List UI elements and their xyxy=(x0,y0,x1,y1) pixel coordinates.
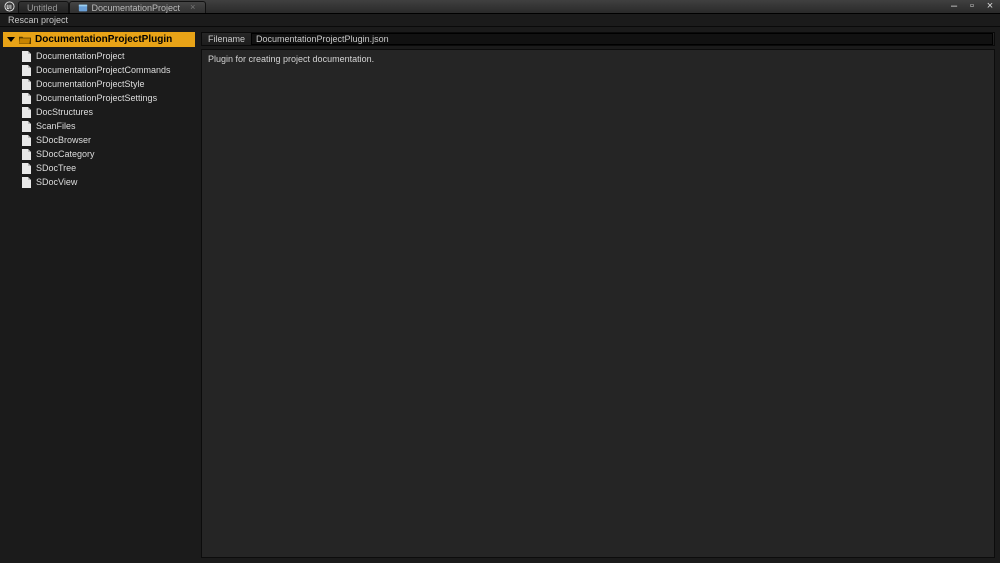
file-icon xyxy=(22,163,31,173)
tree-item-label: DocumentationProjectStyle xyxy=(36,78,145,90)
file-icon xyxy=(22,135,31,145)
workspace: DocumentationProjectPlugin Documentation… xyxy=(0,27,1000,563)
tree-item[interactable]: SDocBrowser xyxy=(19,133,195,147)
description-box[interactable]: Plugin for creating project documentatio… xyxy=(201,49,995,558)
tree-item-label: SDocCategory xyxy=(36,148,95,160)
window-icon xyxy=(78,3,88,13)
tab-label: DocumentationProject xyxy=(92,3,181,13)
filename-label: Filename xyxy=(202,34,251,44)
tree-children: DocumentationProject DocumentationProjec… xyxy=(3,47,195,189)
tree-item[interactable]: DocumentationProjectStyle xyxy=(19,77,195,91)
tree-item-label: DocStructures xyxy=(36,106,93,118)
file-icon xyxy=(22,79,31,89)
description-text: Plugin for creating project documentatio… xyxy=(208,54,374,64)
tree-root-label: DocumentationProjectPlugin xyxy=(35,34,172,45)
tree-item-label: SDocTree xyxy=(36,162,76,174)
file-icon xyxy=(22,65,31,75)
menubar: Rescan project xyxy=(0,14,1000,27)
titlebar: Untitled DocumentationProject × – ▫ × xyxy=(0,0,1000,14)
titlebar-spacer xyxy=(206,0,948,13)
tree-item-label: DocumentationProject xyxy=(36,50,125,62)
file-icon xyxy=(22,149,31,159)
file-icon xyxy=(22,121,31,131)
tree-item[interactable]: SDocCategory xyxy=(19,147,195,161)
tab-untitled[interactable]: Untitled xyxy=(18,1,69,13)
app-logo-icon xyxy=(0,0,18,13)
tree-item-label: ScanFiles xyxy=(36,120,76,132)
file-icon xyxy=(22,177,31,187)
content-pane: Filename DocumentationProjectPlugin.json… xyxy=(198,27,1000,563)
tree-root-item[interactable]: DocumentationProjectPlugin xyxy=(3,32,195,47)
tab-label: Untitled xyxy=(27,3,58,13)
tree-item-label: SDocBrowser xyxy=(36,134,91,146)
tree-item-label: DocumentationProjectCommands xyxy=(36,64,171,76)
rescan-project-menu[interactable]: Rescan project xyxy=(4,15,72,25)
close-tab-icon[interactable]: × xyxy=(190,3,195,12)
filename-value: DocumentationProjectPlugin.json xyxy=(256,34,389,44)
file-icon xyxy=(22,107,31,117)
tree-item-label: DocumentationProjectSettings xyxy=(36,92,157,104)
tree-item[interactable]: DocStructures xyxy=(19,105,195,119)
tree-item[interactable]: ScanFiles xyxy=(19,119,195,133)
file-icon xyxy=(22,51,31,61)
tree-item[interactable]: SDocView xyxy=(19,175,195,189)
maximize-button[interactable]: ▫ xyxy=(966,1,978,12)
tree-view: DocumentationProjectPlugin Documentation… xyxy=(3,32,195,189)
tree-item-label: SDocView xyxy=(36,176,77,188)
minimize-button[interactable]: – xyxy=(948,1,960,12)
tree-item[interactable]: DocumentationProjectSettings xyxy=(19,91,195,105)
sidebar: DocumentationProjectPlugin Documentation… xyxy=(0,27,198,563)
window-controls: – ▫ × xyxy=(948,0,1000,13)
close-button[interactable]: × xyxy=(984,1,996,12)
expand-collapse-icon[interactable] xyxy=(7,37,15,42)
tree-item[interactable]: DocumentationProjectCommands xyxy=(19,63,195,77)
tree-item[interactable]: SDocTree xyxy=(19,161,195,175)
filename-row: Filename DocumentationProjectPlugin.json xyxy=(201,32,995,46)
file-icon xyxy=(22,93,31,103)
tab-documentation-project[interactable]: DocumentationProject × xyxy=(69,1,207,13)
filename-field[interactable]: DocumentationProjectPlugin.json xyxy=(251,33,993,45)
tree-item[interactable]: DocumentationProject xyxy=(19,49,195,63)
folder-open-icon xyxy=(19,35,31,45)
